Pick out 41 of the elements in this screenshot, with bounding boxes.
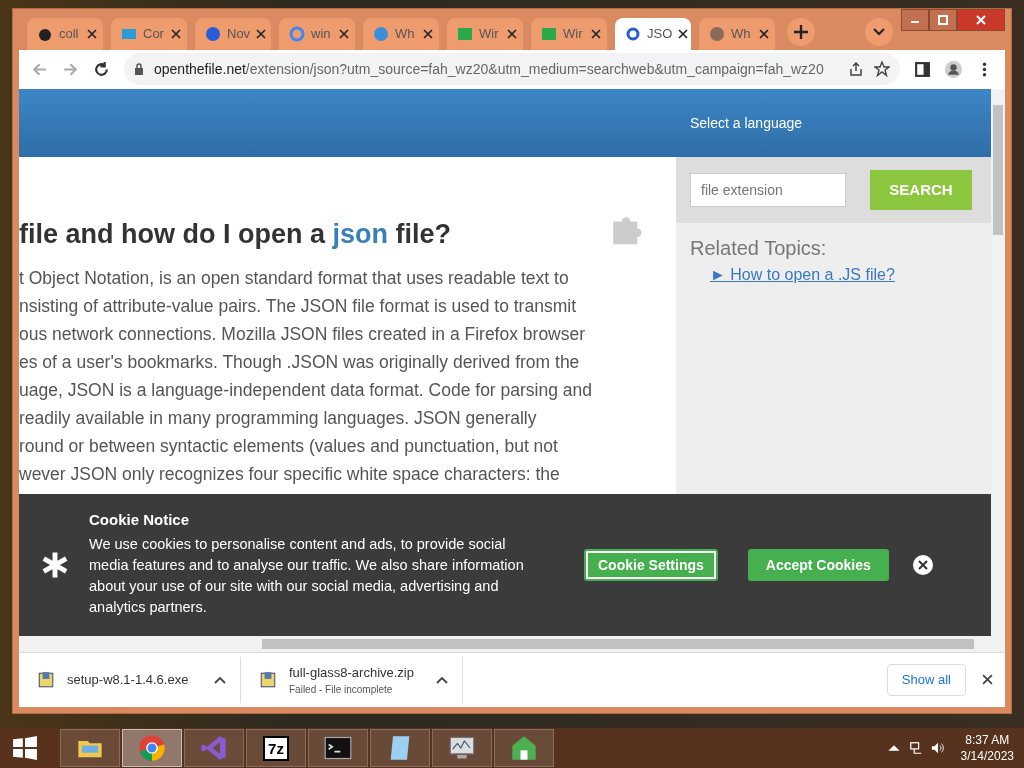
cookie-settings-button[interactable]: Cookie Settings bbox=[584, 548, 718, 581]
search-field[interactable]: file extension bbox=[690, 172, 846, 207]
article-paragraph: t Object Notation, is an open standard format that uses readable text to nsisting of attribute-value pairs. The JSON file format is used to transmit ous network connections. Mozilla JSON files created in a Firefox browser es of a user's bookmarks. Though .JSON was originally derived from the uage, JSON is a language-independent data format. Code for parsing and readily available in many programming languages. JSON generally round or between syntactic elements (values and punctuation, but not wever JSON only recognizes four specific white space characters: the bbox=[19, 266, 593, 486]
tab-title: Wir bbox=[563, 26, 584, 42]
language-selector[interactable]: Select a language bbox=[690, 114, 803, 131]
download-filename: setup-w8.1-1.4.6.exe bbox=[67, 672, 190, 688]
browser-tab[interactable]: Cor bbox=[111, 17, 187, 50]
tab-title: Cor bbox=[143, 26, 165, 42]
browser-tab[interactable]: Nov bbox=[195, 17, 271, 50]
tab-title: Wir bbox=[479, 26, 500, 42]
tab-title: coll bbox=[59, 26, 80, 42]
download-filename: full-glass8-archive.zip bbox=[289, 664, 415, 680]
cookie-title: Cookie Notice bbox=[89, 511, 191, 529]
browser-tab[interactable]: JSO bbox=[615, 17, 691, 50]
taskbar-app[interactable]: 7z bbox=[246, 729, 306, 767]
archive-app-logo: 7z bbox=[263, 735, 289, 761]
browser-tab[interactable]: Wh bbox=[363, 17, 439, 50]
related-topic-link[interactable]: ► How to open a .JS file? bbox=[710, 265, 991, 284]
browser-tab[interactable]: win bbox=[279, 17, 355, 50]
browser-tab[interactable]: Wir bbox=[447, 17, 523, 50]
tab-title: Nov bbox=[227, 26, 251, 42]
cookie-text: We use cookies to personalise content and ads, to provide social media features and to analyse our traffic. We also share information about your use of our site with our social media, advertising and analytics partners. bbox=[89, 535, 525, 618]
search-button[interactable]: SEARCH bbox=[870, 169, 972, 210]
accept-cookies-button[interactable]: Accept Cookies bbox=[747, 548, 889, 581]
browser-tab[interactable]: Wh bbox=[699, 17, 775, 50]
address-bar[interactable]: openthefile.net/extension/json?utm_source=fah_wz20&utm_medium=searchweb&utm_campaign=fah_wz20 bbox=[124, 53, 900, 86]
related-topics-title: Related Topics: bbox=[690, 236, 828, 260]
clock-time: 8:37 AM bbox=[965, 733, 1010, 747]
article-heading: file and how do I open a json file? bbox=[19, 218, 452, 250]
browser-tab[interactable]: Wir bbox=[531, 17, 607, 50]
download-item[interactable]: setup-w8.1-1.4.6.exe bbox=[19, 656, 241, 703]
clock-date: 3/14/2023 bbox=[960, 749, 1014, 763]
tab-title: Wh bbox=[731, 26, 752, 42]
browser-tab[interactable]: coll bbox=[27, 17, 103, 50]
download-status: Failed - File incomplete bbox=[289, 683, 394, 695]
url-text: openthefile.net/extension/json?utm_source=fah_wz20&utm_medium=searchweb&utm_campaign=fah_wz20 bbox=[154, 61, 825, 78]
tab-title: JSO bbox=[647, 26, 673, 42]
tab-title: Wh bbox=[395, 26, 416, 42]
show-all-button[interactable]: Show all bbox=[886, 663, 966, 696]
tab-title: win bbox=[311, 26, 332, 42]
download-item[interactable]: full-glass8-archive.zip Failed - File incomplete bbox=[241, 656, 463, 703]
